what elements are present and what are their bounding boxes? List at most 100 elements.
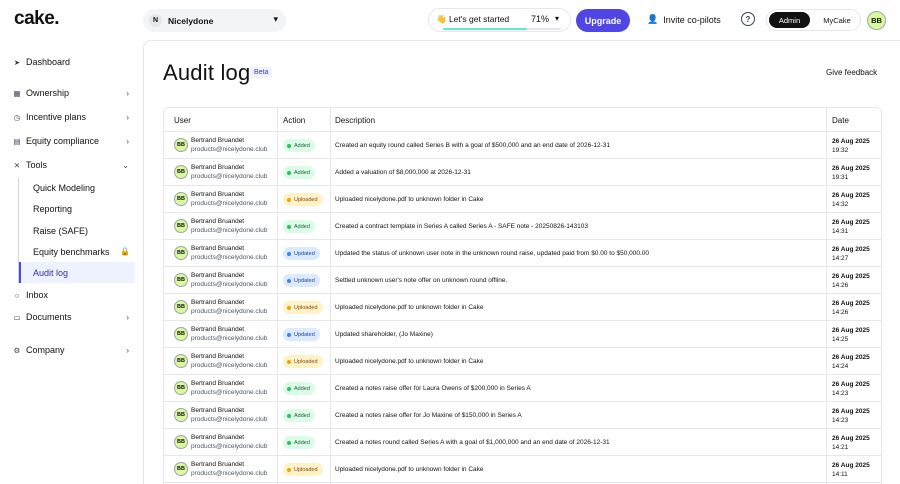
sidebar-item-inbox[interactable]: ○ Inbox	[12, 285, 133, 305]
avatar: BB	[174, 408, 188, 422]
sidebar-item-company[interactable]: ⚙ Company ›	[12, 340, 133, 360]
sidebar-item-label: Equity benchmarks	[33, 246, 110, 257]
upgrade-button[interactable]: Upgrade	[576, 9, 630, 32]
action-label: Added	[294, 439, 310, 446]
user-info: Bertrand Bruandet products@nicelydone.clu…	[191, 379, 267, 397]
add-user-icon: 👤	[647, 14, 659, 24]
user-email: products@nicelydone.club	[191, 200, 268, 207]
user-email: products@nicelydone.club	[191, 254, 268, 261]
table-row: BB Bertrand Bruandet products@nicelydone.c…	[164, 186, 881, 213]
chevron-down-icon: ⌄	[122, 160, 129, 170]
sidebar-item-documents[interactable]: ▭ Documents ›	[12, 307, 133, 327]
table-icon: ▦	[13, 88, 21, 98]
time-text: 14:26	[832, 309, 849, 316]
user-info: Bertrand Bruandet products@nicelydone.clu…	[191, 271, 267, 289]
description-cell: Created an equity round called Series B …	[335, 142, 611, 149]
date-cell: 26 Aug 2025 19:32	[832, 137, 870, 155]
date-text: 26 Aug 2025	[832, 327, 870, 334]
time-text: 14:21	[832, 444, 849, 451]
user-name: Bertrand Bruandet	[191, 164, 245, 171]
sidebar-item-audit-log[interactable]: Audit log	[19, 262, 135, 283]
user-cell: BB Bertrand Bruandet products@nicelydone.c…	[174, 379, 267, 397]
user-cell: BB Bertrand Bruandet products@nicelydone.c…	[174, 271, 267, 289]
column-header-action: Action	[283, 116, 306, 125]
table-row: BB Bertrand Bruandet products@nicelydone.c…	[164, 213, 881, 240]
user-cell: BB Bertrand Bruandet products@nicelydone.c…	[174, 244, 267, 262]
date-cell: 26 Aug 2025 19:31	[832, 164, 870, 182]
sidebar-item-reporting[interactable]: Reporting	[19, 198, 135, 219]
avatar: BB	[174, 192, 188, 206]
send-icon: ➤	[13, 57, 21, 67]
chevron-down-icon: ▾	[555, 14, 560, 23]
user-cell: BB Bertrand Bruandet products@nicelydone.c…	[174, 460, 267, 478]
action-badge: Added	[283, 409, 315, 422]
avatar: BB	[174, 273, 188, 287]
date-text: 26 Aug 2025	[832, 192, 870, 199]
sidebar-item-equity-benchmarks[interactable]: Equity benchmarks 🔒	[19, 241, 135, 262]
sidebar-item-label: Documents	[26, 312, 72, 322]
date-cell: 26 Aug 2025 14:31	[832, 218, 870, 236]
sidebar-item-tools[interactable]: ✕ Tools ⌄	[12, 155, 133, 175]
table-row: BB Bertrand Bruandet products@nicelydone.c…	[164, 321, 881, 348]
status-dot-icon	[287, 278, 291, 283]
time-text: 14:23	[832, 417, 849, 424]
sidebar-item-label: Inbox	[26, 290, 49, 300]
inbox-icon: ○	[14, 290, 20, 300]
action-label: Updated	[294, 277, 315, 284]
user-name: Bertrand Bruandet	[191, 137, 245, 144]
table-row: BB Bertrand Bruandet products@nicelydone.c…	[164, 456, 881, 483]
time-text: 19:32	[832, 147, 849, 154]
table-row: BB Bertrand Bruandet products@nicelydone.c…	[164, 267, 881, 294]
invite-co-pilots-button[interactable]: 👤 Invite co-pilots	[647, 14, 721, 25]
user-cell: BB Bertrand Bruandet products@nicelydone.c…	[174, 433, 267, 451]
table-row: BB Bertrand Bruandet products@nicelydone.c…	[164, 294, 881, 321]
chevron-down-icon: ▾	[273, 14, 278, 24]
table-row: BB Bertrand Bruandet products@nicelydone.c…	[164, 240, 881, 267]
user-info: Bertrand Bruandet products@nicelydone.clu…	[191, 163, 267, 181]
user-email: products@nicelydone.club	[191, 308, 268, 315]
date-text: 26 Aug 2025	[832, 165, 870, 172]
user-name: Bertrand Bruandet	[191, 461, 245, 468]
date-text: 26 Aug 2025	[832, 219, 870, 226]
action-label: Updated	[294, 250, 315, 257]
date-cell: 26 Aug 2025 14:32	[832, 191, 870, 209]
clock-icon: ◷	[13, 112, 21, 122]
description-cell: Uploaded nicelydone.pdf to unknown folde…	[335, 358, 484, 365]
sidebar-item-raise-safe[interactable]: Raise (SAFE)	[19, 220, 135, 241]
sidebar-item-incentive-plans[interactable]: ◷ Incentive plans ›	[12, 107, 133, 127]
action-label: Uploaded	[294, 196, 318, 203]
give-feedback-button[interactable]: Give feedback	[826, 68, 877, 77]
user-info: Bertrand Bruandet products@nicelydone.clu…	[191, 352, 267, 370]
sidebar-item-label: Tools	[26, 160, 48, 170]
status-dot-icon	[287, 251, 291, 256]
avatar: BB	[174, 354, 188, 368]
sidebar-item-label: Ownership	[26, 88, 70, 98]
sidebar-item-equity-compliance[interactable]: ▤ Equity compliance ›	[12, 131, 133, 151]
user-email: products@nicelydone.club	[191, 173, 268, 180]
mode-admin-option[interactable]: Admin	[769, 12, 810, 28]
date-cell: 26 Aug 2025 14:21	[832, 434, 870, 452]
user-info: Bertrand Bruandet products@nicelydone.clu…	[191, 406, 267, 424]
onboarding-progress[interactable]: 👋 Let's get started 71% ▾	[428, 8, 571, 32]
user-cell: BB Bertrand Bruandet products@nicelydone.c…	[174, 298, 267, 316]
help-icon[interactable]: ?	[741, 12, 755, 26]
user-avatar[interactable]: BB	[867, 11, 886, 30]
status-dot-icon	[287, 305, 291, 310]
description-cell: Updated shareholder, (Jo Maxine)	[335, 331, 433, 338]
sidebar-item-dashboard[interactable]: ➤ Dashboard	[12, 52, 133, 72]
table-row: BB Bertrand Bruandet products@nicelydone.c…	[164, 429, 881, 456]
status-dot-icon	[287, 170, 291, 175]
company-name: Nicelydone	[168, 15, 214, 26]
chevron-right-icon: ›	[126, 136, 129, 146]
cake-logo[interactable]: cake.	[14, 8, 60, 30]
sidebar-item-ownership[interactable]: ▦ Ownership ›	[12, 83, 133, 103]
beta-badge: Beta	[250, 67, 273, 78]
status-dot-icon	[287, 413, 291, 418]
action-badge: Added	[283, 139, 315, 152]
sidebar-item-quick-modeling[interactable]: Quick Modeling	[19, 177, 135, 198]
company-selector[interactable]: N Nicelydone ▾	[143, 9, 286, 32]
action-badge: Added	[283, 166, 315, 179]
user-info: Bertrand Bruandet products@nicelydone.clu…	[191, 298, 267, 316]
action-label: Uploaded	[294, 304, 318, 311]
mode-mycake-option[interactable]: MyCake	[817, 12, 857, 28]
